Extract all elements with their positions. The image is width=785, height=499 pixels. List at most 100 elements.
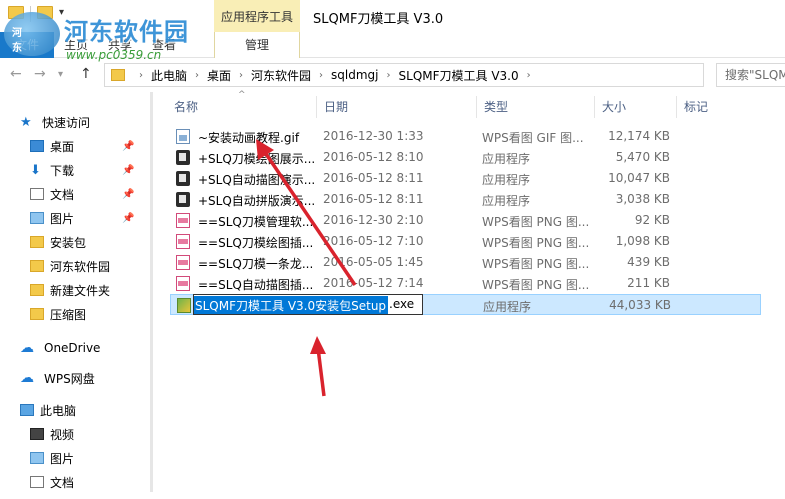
chevron-right-icon[interactable]: › — [319, 70, 323, 81]
file-date: 2016-12-30 1:33 — [323, 129, 424, 143]
pin-icon[interactable]: 📌 — [122, 141, 134, 152]
computer-icon — [20, 404, 34, 416]
star-icon: ★ — [20, 114, 32, 130]
up-arrow-icon[interactable]: ↑ — [80, 66, 92, 82]
chevron-down-icon[interactable]: ▾ — [59, 6, 64, 22]
folder-icon — [30, 284, 44, 296]
folder-icon — [30, 308, 44, 320]
file-size: 439 KB — [627, 255, 670, 269]
file-list: ^ 名称 日期 类型 大小 标记 ~安装动画教程.gif 2016-12-30 … — [166, 90, 785, 499]
sidebar-item-folder[interactable]: 新建文件夹 — [30, 278, 110, 302]
file-name: +SLQ刀模绘图展示... — [198, 152, 316, 166]
file-row[interactable]: ==SLQ自动描图插... 2016-05-12 7:14 WPS看图 PNG … — [170, 273, 761, 294]
rename-input[interactable]: SLQMF刀模工具 V3.0安装包Setup .exe — [193, 294, 423, 315]
sidebar-item-onedrive[interactable]: ☁ OneDrive — [20, 336, 100, 360]
file-row[interactable]: ==SLQ刀模绘图插... 2016-05-12 7:10 WPS看图 PNG … — [170, 231, 761, 252]
recent-locations-chevron-icon[interactable]: ▾ — [58, 69, 63, 80]
column-header-tags[interactable]: 标记 — [684, 98, 708, 115]
sidebar-item-label: 下载 — [50, 163, 75, 178]
sidebar-item-wps-drive[interactable]: ☁ WPS网盘 — [20, 366, 95, 390]
sidebar-item-label: 图片 — [50, 211, 75, 226]
chevron-right-icon[interactable]: › — [139, 70, 143, 81]
sidebar-item-folder[interactable]: 压缩图 — [30, 302, 86, 326]
pin-icon[interactable]: 📌 — [122, 189, 134, 200]
sidebar-item-videos[interactable]: 视频 — [30, 422, 74, 446]
file-name: ==SLQ刀模管理软... — [198, 215, 314, 229]
breadcrumb-item-this-pc[interactable]: 此电脑 — [151, 67, 187, 84]
chevron-right-icon[interactable]: › — [239, 70, 243, 81]
file-size: 10,047 KB — [608, 171, 670, 185]
back-arrow-icon[interactable]: ← — [10, 66, 22, 82]
download-icon: ⬇ — [30, 162, 41, 178]
forward-arrow-icon[interactable]: → — [34, 66, 46, 82]
column-header-name[interactable]: 名称 — [174, 98, 198, 115]
pin-icon[interactable]: 📌 — [122, 165, 134, 176]
path-input[interactable]: › 此电脑 › 桌面 › 河东软件园 › sqldmgj › SLQMF刀模工具… — [104, 63, 704, 87]
sidebar-item-label: 新建文件夹 — [50, 283, 111, 298]
column-divider[interactable] — [676, 96, 677, 118]
sidebar-item-label: 快速访问 — [42, 115, 91, 130]
png-file-icon — [176, 234, 190, 249]
column-divider[interactable] — [594, 96, 595, 118]
sidebar-item-quick-access[interactable]: ★ 快速访问 — [20, 110, 90, 134]
sidebar-item-documents[interactable]: 文档 📌 — [30, 182, 134, 206]
breadcrumb-item-desktop[interactable]: 桌面 — [207, 67, 231, 84]
file-name: ==SLQ刀模一条龙... — [198, 257, 314, 271]
column-divider[interactable] — [316, 96, 317, 118]
file-size: 92 KB — [634, 213, 670, 227]
exe-file-icon — [176, 150, 190, 165]
new-folder-icon[interactable] — [37, 6, 53, 19]
sidebar-scrollbar[interactable] — [150, 92, 153, 492]
quick-access-toolbar: ▾ — [8, 6, 64, 22]
file-size: 1,098 KB — [615, 234, 670, 248]
chevron-right-icon[interactable]: › — [387, 70, 391, 81]
sidebar-item-downloads[interactable]: ⬇ 下载 📌 — [30, 158, 134, 182]
chevron-right-icon[interactable]: › — [195, 70, 199, 81]
column-header-size[interactable]: 大小 — [602, 98, 626, 115]
file-size: 44,033 KB — [609, 298, 671, 312]
sidebar-item-desktop[interactable]: 桌面 📌 — [30, 134, 134, 158]
tab-file[interactable]: 文件 — [0, 32, 54, 58]
file-size: 5,470 KB — [615, 150, 670, 164]
column-header-type[interactable]: 类型 — [484, 98, 508, 115]
file-row[interactable]: +SLQ自动拼版演示... 2016-05-12 8:11 应用程序 3,038… — [170, 189, 761, 210]
gif-file-icon — [176, 129, 190, 144]
sidebar-item-pictures[interactable]: 图片 — [30, 446, 74, 470]
navigation-pane: ★ 快速访问 桌面 📌 ⬇ 下载 📌 文档 📌 图片 📌 安装包 河东软件园 新… — [0, 110, 152, 499]
sidebar-item-this-pc[interactable]: 此电脑 — [20, 398, 76, 422]
cloud-icon: ☁ — [20, 340, 34, 356]
sidebar-item-label: 此电脑 — [40, 403, 77, 418]
sort-ascending-icon: ^ — [238, 90, 246, 100]
sidebar-item-label: OneDrive — [44, 341, 101, 355]
tab-manage[interactable]: 管理 — [214, 32, 300, 58]
pin-icon[interactable]: 📌 — [122, 213, 134, 224]
sidebar-item-pictures[interactable]: 图片 📌 — [30, 206, 134, 230]
sidebar-item-documents[interactable]: 文档 — [30, 470, 74, 494]
breadcrumb-item-hedong[interactable]: 河东软件园 — [251, 67, 311, 84]
folder-icon[interactable] — [8, 6, 24, 19]
file-row[interactable]: +SLQ刀模绘图展示... 2016-05-12 8:10 应用程序 5,470… — [170, 147, 761, 168]
file-row[interactable]: ==SLQ刀模一条龙... 2016-05-05 1:45 WPS看图 PNG … — [170, 252, 761, 273]
document-icon — [30, 476, 44, 488]
column-divider[interactable] — [476, 96, 477, 118]
file-date: 2016-12-30 2:10 — [323, 213, 424, 227]
sidebar-item-folder[interactable]: 河东软件园 — [30, 254, 110, 278]
chevron-right-icon[interactable]: › — [527, 70, 531, 81]
search-input[interactable]: 搜索"SLQMF刀模工具 V3.0" — [716, 63, 785, 87]
tab-view[interactable]: 查看 — [142, 32, 186, 58]
column-header-date[interactable]: 日期 — [324, 98, 348, 115]
exe-file-icon — [176, 192, 190, 207]
rename-selected-text: SLQMF刀模工具 V3.0安装包Setup — [194, 296, 389, 314]
breadcrumb-item-sqldmgj[interactable]: sqldmgj — [331, 68, 378, 82]
tab-home[interactable]: 主页 — [54, 32, 98, 58]
file-row[interactable]: +SLQ自动描图演示... 2016-05-12 8:11 应用程序 10,04… — [170, 168, 761, 189]
breadcrumb-item-current[interactable]: SLQMF刀模工具 V3.0 — [399, 67, 519, 84]
tab-share[interactable]: 共享 — [98, 32, 142, 58]
file-row-selected[interactable]: SLQMF刀模工具 V3.0安装包Setup .exe 应用程序 44,033 … — [170, 294, 761, 315]
sidebar-item-folder[interactable]: 安装包 — [30, 230, 86, 254]
picture-icon — [30, 452, 44, 464]
breadcrumb: › 此电脑 › 桌面 › 河东软件园 › sqldmgj › SLQMF刀模工具… — [131, 67, 539, 84]
file-row[interactable]: ==SLQ刀模管理软... 2016-12-30 2:10 WPS看图 PNG … — [170, 210, 761, 231]
file-date: 2016-05-05 1:45 — [323, 255, 424, 269]
file-row[interactable]: ~安装动画教程.gif 2016-12-30 1:33 WPS看图 GIF 图.… — [170, 126, 761, 147]
